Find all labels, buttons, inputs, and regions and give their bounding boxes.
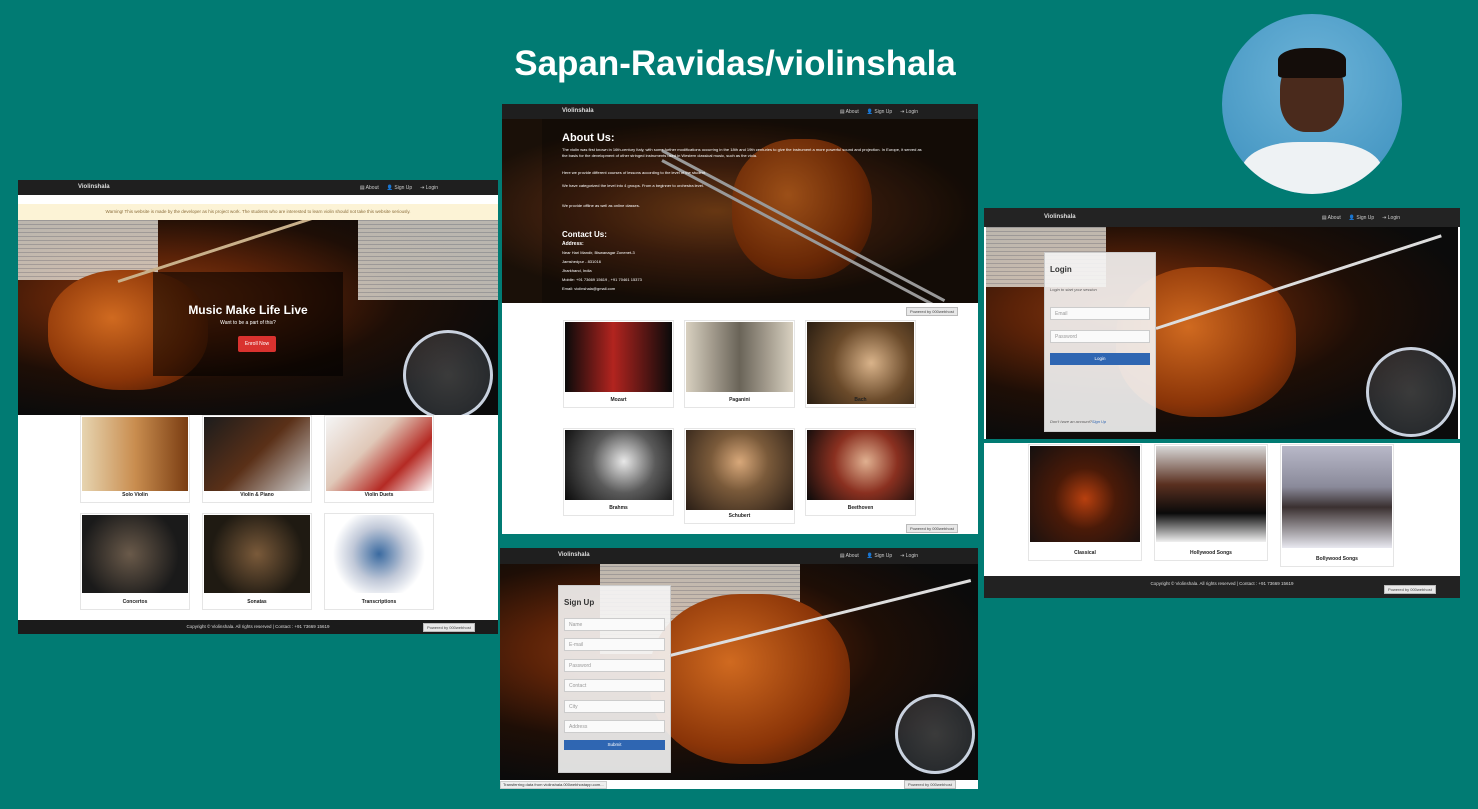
about-paragraph-3: We have categorized the level into 4 gro… xyxy=(562,183,705,188)
nav-login[interactable]: ⇥ Login xyxy=(420,185,438,191)
home-screenshot: Violinshala ▤ About 👤 Sign Up ⇥ Login Wa… xyxy=(18,180,498,634)
nav-brand[interactable]: Violinshala xyxy=(558,552,590,558)
about-paragraph-1: The violin was first known in 16th-centu… xyxy=(562,147,922,158)
nav-brand[interactable]: Violinshala xyxy=(1044,214,1076,220)
login-powered-badge[interactable]: Powered by 000webhost xyxy=(1384,585,1436,594)
login-subtitle: Login to start your session xyxy=(1050,287,1097,292)
enroll-button[interactable]: Enroll Now xyxy=(238,336,276,352)
about-navbar: Violinshala ▤ About 👤 Sign Up ⇥ Login xyxy=(502,104,978,119)
about-paragraph-2: Here we provide different courses of les… xyxy=(562,170,707,175)
nav-brand[interactable]: Violinshala xyxy=(78,184,110,190)
nav-login[interactable]: ⇥ Login xyxy=(900,553,918,559)
status-bar: Transferring data from violinshala.000we… xyxy=(500,781,607,789)
card-sonatas[interactable]: Sonatas xyxy=(202,513,312,610)
email-input[interactable]: Email xyxy=(1050,307,1150,320)
nav-signup[interactable]: 👤 Sign Up xyxy=(387,185,412,191)
about-powered-badge-top[interactable]: Powered by 000webhost xyxy=(906,307,958,316)
card-violin-piano[interactable]: Violin & Piano xyxy=(202,415,312,503)
signup-powered-badge[interactable]: Powered by 000webhost xyxy=(904,780,956,789)
signup-navbar: Violinshala ▤ About 👤 Sign Up ⇥ Login xyxy=(500,548,978,564)
login-button[interactable]: Login xyxy=(1050,353,1150,365)
nav-about[interactable]: ▤ About xyxy=(840,553,859,559)
contact-email: Email: violinshala@gmail.com xyxy=(562,286,616,291)
signup-form: Sign Up Name E-mail Password Contact Cit… xyxy=(558,585,671,773)
card-transcriptions[interactable]: Transcriptions xyxy=(324,513,434,610)
name-input[interactable]: Name xyxy=(564,618,665,631)
home-powered-badge[interactable]: Powered by 000webhost xyxy=(423,623,475,632)
nav-about[interactable]: ▤ About xyxy=(1322,215,1341,221)
nav-login[interactable]: ⇥ Login xyxy=(900,109,918,115)
contact-heading: Contact Us: xyxy=(562,230,607,239)
nav-brand[interactable]: Violinshala xyxy=(562,108,594,114)
card-solo-violin[interactable]: Solo Violin xyxy=(80,415,190,503)
about-powered-badge-bottom[interactable]: Powered by 000webhost xyxy=(906,524,958,533)
signup-screenshot: Violinshala ▤ About 👤 Sign Up ⇥ Login Si… xyxy=(500,548,978,789)
address-line-3: Jharkhand, India xyxy=(562,268,592,273)
address-line-2: Jamshedpur - 831016 xyxy=(562,259,601,264)
card-bollywood-songs[interactable]: Bollywood Songs xyxy=(1280,444,1394,567)
login-navbar: Violinshala ▤ About 👤 Sign Up ⇥ Login xyxy=(984,208,1460,227)
nav-login[interactable]: ⇥ Login xyxy=(1382,215,1400,221)
home-navbar: Violinshala ▤ About 👤 Sign Up ⇥ Login xyxy=(18,180,498,195)
nav-signup[interactable]: 👤 Sign Up xyxy=(1349,215,1374,221)
composer-bach[interactable]: Bach xyxy=(805,320,916,408)
address-label: Address: xyxy=(562,241,584,247)
email-input[interactable]: E-mail xyxy=(564,638,665,651)
nav-about[interactable]: ▤ About xyxy=(360,185,379,191)
login-form: Login Login to start your session Email … xyxy=(1044,252,1156,432)
composer-paganini[interactable]: Paganini xyxy=(684,320,795,408)
hero-title: Music Make Life Live xyxy=(188,303,308,317)
card-violin-duets[interactable]: Violin Duets xyxy=(324,415,434,503)
nav-signup[interactable]: 👤 Sign Up xyxy=(867,109,892,115)
contact-input[interactable]: Contact xyxy=(564,679,665,692)
nav-about[interactable]: ▤ About xyxy=(840,109,859,115)
address-input[interactable]: Address xyxy=(564,720,665,733)
about-heading: About Us: xyxy=(562,132,615,144)
composer-schubert[interactable]: Schubert xyxy=(684,428,795,524)
password-input[interactable]: Password xyxy=(1050,330,1150,343)
signup-heading: Sign Up xyxy=(564,598,595,607)
signup-link[interactable]: Sign Up xyxy=(1092,419,1106,424)
login-screenshot: Violinshala ▤ About 👤 Sign Up ⇥ Login Lo… xyxy=(984,208,1460,598)
city-input[interactable]: City xyxy=(564,700,665,713)
card-hollywood-songs[interactable]: Hollywood Songs xyxy=(1154,444,1268,561)
hero-subtitle: Want to be a part of this? xyxy=(220,320,276,326)
about-screenshot: Violinshala ▤ About 👤 Sign Up ⇥ Login Ab… xyxy=(502,104,978,534)
address-line-1: Near Hari Mandir, Biswanagar Zonenet-3 xyxy=(562,250,635,255)
no-account-text: Don't have an account? xyxy=(1050,419,1092,424)
password-input[interactable]: Password xyxy=(564,659,665,672)
warning-banner: Warning! This website is made by the dev… xyxy=(18,204,498,220)
author-avatar xyxy=(1222,14,1402,194)
composer-brahms[interactable]: Brahms xyxy=(563,428,674,516)
composer-beethoven[interactable]: Beethoven xyxy=(805,428,916,516)
card-concertos[interactable]: Concertos xyxy=(80,513,190,610)
login-heading: Login xyxy=(1050,265,1072,274)
card-classical[interactable]: Classical xyxy=(1028,444,1142,561)
contact-mobile: Mobile: +91 73669 15619 , +91 70461 1537… xyxy=(562,277,642,282)
submit-button[interactable]: Submit xyxy=(564,740,665,750)
composer-mozart[interactable]: Mozart xyxy=(563,320,674,408)
nav-signup[interactable]: 👤 Sign Up xyxy=(867,553,892,559)
about-paragraph-4: We provide offline as well as online cla… xyxy=(562,203,640,208)
hero-image: Music Make Life Live Want to be a part o… xyxy=(18,220,498,415)
